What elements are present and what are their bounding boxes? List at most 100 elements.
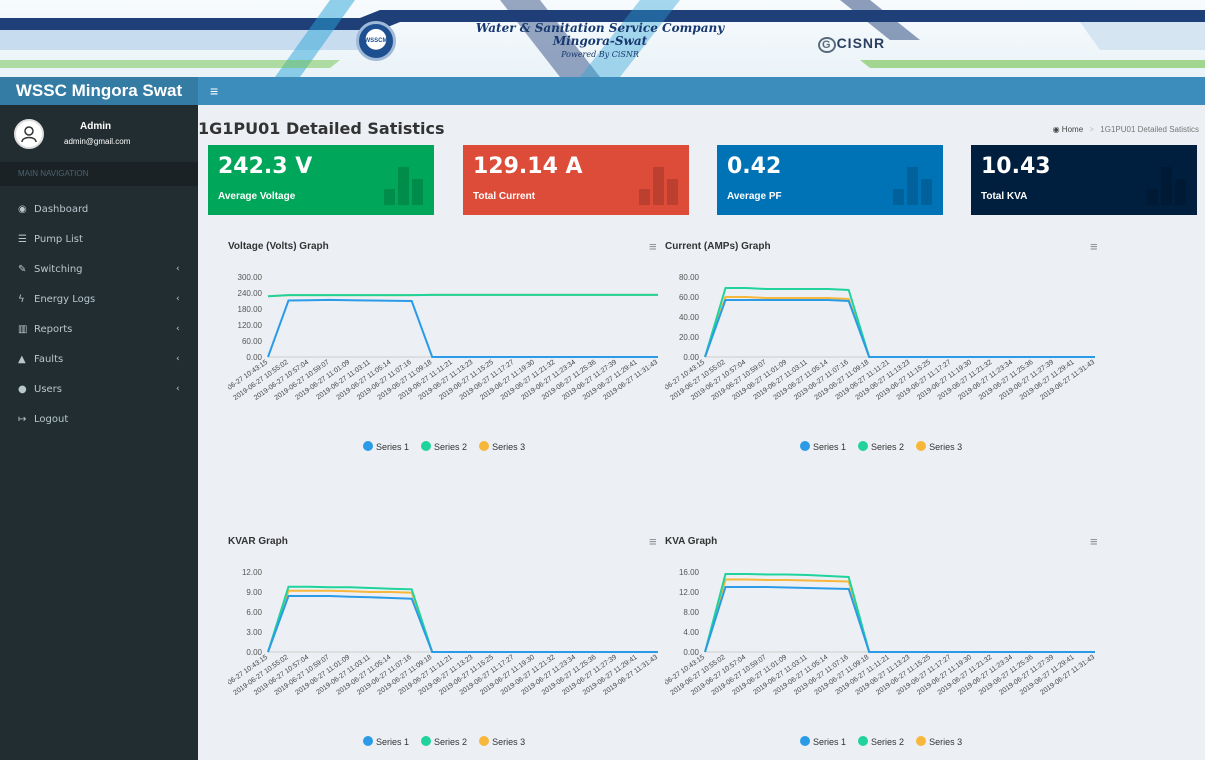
legend-item[interactable]: Series 1 (800, 441, 846, 452)
y-tick-label: 4.00 (683, 628, 699, 637)
chart-plot: 0.003.006.009.0012.002019-06-27 10:43:15… (228, 568, 659, 697)
chart-title: KVA Graph (665, 536, 718, 547)
breadcrumb-home[interactable]: Home (1062, 125, 1083, 134)
y-tick-label: 60.00 (242, 337, 263, 346)
legend-label: Series 1 (376, 737, 410, 747)
list-icon: ☰ (18, 233, 27, 245)
stat-value: 242.3 V (218, 154, 313, 179)
sidebar-item-reports[interactable]: ▥ Reports ‹ (0, 314, 198, 344)
sidebar-item-label: Reports (34, 323, 73, 335)
sidebar-item-dashboard[interactable]: ◉ Dashboard (0, 194, 198, 224)
chart-menu-icon[interactable]: ≡ (1090, 534, 1098, 549)
stat-label: Average Voltage (218, 191, 296, 202)
user-email: admin@gmail.com (64, 137, 131, 146)
legend-dot-icon (421, 736, 432, 746)
legend-item[interactable]: Series 3 (916, 441, 962, 452)
legend-dot-icon (858, 441, 869, 451)
breadcrumb: ◉ Home > 1G1PU01 Detailed Satistics (1053, 125, 1199, 134)
legend-label: Series 2 (434, 737, 468, 747)
legend-item[interactable]: Series 1 (363, 736, 409, 747)
chevron-left-icon: ‹ (176, 354, 180, 364)
company-line-2: Mingora-Swat (552, 34, 648, 48)
chart-title: Voltage (Volts) Graph (228, 241, 329, 252)
y-tick-label: 8.00 (683, 608, 699, 617)
bar-chart-icon (1147, 165, 1187, 205)
user-avatar-icon (21, 126, 37, 143)
stat-label: Total KVA (981, 191, 1028, 202)
sidebar-item-label: Logout (34, 413, 69, 425)
y-tick-label: 0.00 (246, 648, 262, 657)
nav-header: MAIN NAVIGATION (0, 162, 198, 186)
chart-menu-icon[interactable]: ≡ (1090, 239, 1098, 254)
chevron-left-icon: ‹ (176, 324, 180, 334)
y-tick-label: 300.00 (238, 273, 263, 282)
y-tick-label: 9.00 (246, 588, 262, 597)
sidebar: Admin admin@gmail.com MAIN NAVIGATION ◉ D… (0, 105, 198, 760)
chart-plot: 0.004.008.0012.0016.002019-06-27 10:43:1… (665, 568, 1096, 697)
legend-item[interactable]: Series 1 (363, 441, 409, 452)
sidebar-toggle-icon[interactable]: ≡ (210, 83, 218, 99)
cisnr-logo: G CISNR (818, 35, 885, 53)
legend-item[interactable]: Series 2 (421, 441, 467, 452)
user-name: Admin (80, 121, 112, 132)
sidebar-item-faults[interactable]: ▲ Faults ‹ (0, 344, 198, 374)
app-logo[interactable]: WSSC Mingora Swat (0, 77, 198, 105)
chart-menu-icon[interactable]: ≡ (649, 239, 657, 254)
wsscm-logo: WSSCM (356, 21, 396, 61)
legend-item[interactable]: Series 2 (421, 736, 467, 747)
chart-menu-icon[interactable]: ≡ (649, 534, 657, 549)
series-line-2 (267, 293, 658, 298)
chart-legend: Series 1 Series 2 Series 3 (363, 441, 525, 452)
chart-legend: Series 1 Series 2 Series 3 (800, 441, 962, 452)
breadcrumb-separator: > (1089, 125, 1095, 134)
legend-item[interactable]: Series 3 (479, 441, 525, 452)
legend-item[interactable]: Series 3 (479, 736, 525, 747)
sidebar-item-label: Users (34, 383, 63, 395)
legend-dot-icon (916, 441, 927, 451)
bar-chart-icon: ▥ (18, 323, 28, 335)
legend-dot-icon (421, 441, 432, 451)
kvar-chart: KVAR Graph 0.00 3.00 6.00 9.00 12.00 2019-06-… (228, 536, 659, 760)
series-line-1 (267, 298, 658, 358)
y-tick-label: 40.00 (679, 313, 700, 322)
sidebar-item-label: Energy Logs (34, 293, 96, 305)
legend-item[interactable]: Series 3 (916, 736, 962, 747)
bar-chart-icon (384, 165, 424, 205)
y-tick-label: 3.00 (246, 628, 262, 637)
legend-item[interactable]: Series 2 (858, 736, 904, 747)
legend-label: Series 3 (929, 737, 963, 747)
series-line-1 (704, 299, 1095, 358)
series-line-3 (704, 578, 1095, 653)
legend-label: Series 2 (871, 737, 905, 747)
breadcrumb-current: 1G1PU01 Detailed Satistics (1100, 125, 1199, 134)
series-line-1 (267, 595, 658, 653)
y-tick-label: 240.00 (238, 289, 263, 298)
dashboard-icon: ◉ (1052, 125, 1060, 134)
page-title: 1G1PU01 Detailed Satistics (198, 119, 445, 138)
user-panel: Admin admin@gmail.com (0, 105, 198, 162)
legend-label: Series 2 (434, 442, 468, 452)
y-tick-label: 12.00 (242, 568, 263, 577)
legend-dot-icon (858, 736, 869, 746)
sidebar-item-logout[interactable]: ↦ Logout (0, 404, 198, 434)
series-line-2 (704, 573, 1095, 653)
sidebar-item-pump-list[interactable]: ☰ Pump List (0, 224, 198, 254)
sidebar-item-label: Switching (34, 263, 83, 275)
y-tick-label: 16.00 (679, 568, 700, 577)
dashboard-icon: ◉ (18, 203, 27, 215)
legend-item[interactable]: Series 2 (858, 441, 904, 452)
bar-chart-icon (893, 165, 933, 205)
sidebar-item-energy-logs[interactable]: ϟ Energy Logs ‹ (0, 284, 198, 314)
sidebar-item-users[interactable]: ● Users ‹ (0, 374, 198, 404)
legend-label: Series 3 (492, 737, 526, 747)
y-tick-label: 12.00 (679, 588, 700, 597)
company-name: Water & Sanitation Service Company Mingo… (470, 22, 730, 61)
header-banner: WSSCM Water & Sanitation Service Company… (0, 0, 1205, 77)
legend-dot-icon (800, 441, 810, 451)
chevron-left-icon: ‹ (176, 384, 180, 394)
chart-plot: 0.0060.00120.00180.00240.00300.002019-06… (228, 273, 659, 402)
sidebar-item-switching[interactable]: ✎ Switching ‹ (0, 254, 198, 284)
stat-value: 129.14 A (473, 154, 583, 179)
legend-item[interactable]: Series 1 (800, 736, 846, 747)
y-tick-label: 6.00 (246, 608, 262, 617)
